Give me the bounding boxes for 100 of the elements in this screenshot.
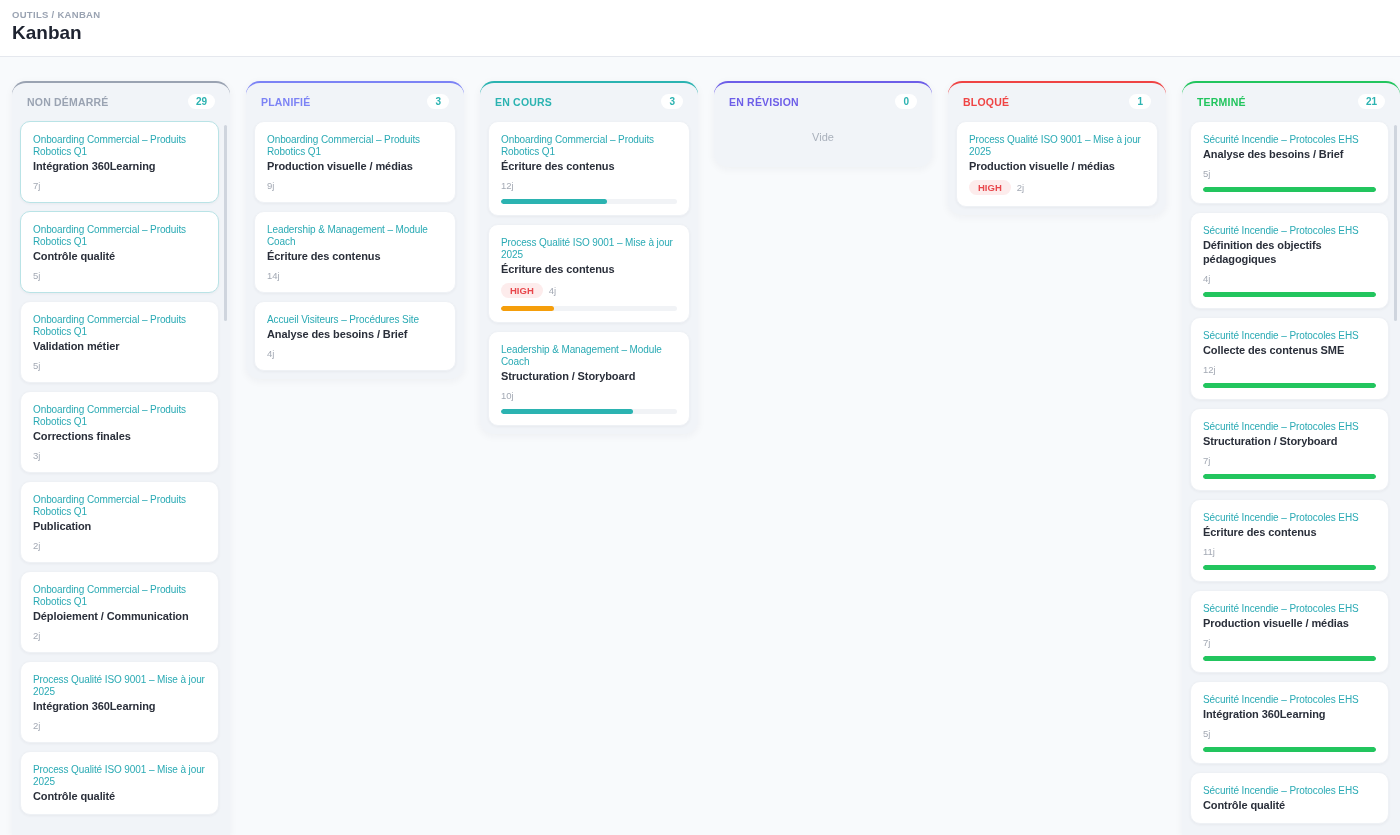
project-name: Process Qualité ISO 9001 – Mise à jour 2025: [501, 237, 674, 261]
task-name: Production visuelle / médias: [969, 159, 1116, 173]
task-card[interactable]: Onboarding Commercial – Produits Robotics Q1 Écriture des contenus 12j: [488, 121, 690, 216]
task-name: Intégration 360Learning: [1203, 707, 1327, 721]
column-title: NON DÉMARRÉ: [27, 95, 109, 108]
priority-tag: HIGH: [501, 283, 543, 298]
task-name: Production visuelle / médias: [1203, 616, 1350, 630]
task-card[interactable]: Onboarding Commercial – Produits Robotics Q1 Production visuelle / médias 9j: [254, 121, 456, 203]
count-badge: 21: [1357, 94, 1385, 109]
duration-text: 12j: [501, 180, 514, 191]
task-card[interactable]: Onboarding Commercial – Produits Robotics Q1 Contrôle qualité 5j: [20, 211, 219, 293]
duration-text: 5j: [1203, 168, 1211, 179]
task-name: Écriture des contenus: [267, 249, 382, 263]
task-name: Intégration 360Learning: [33, 159, 157, 173]
duration-text: 5j: [33, 360, 41, 371]
column-title: EN COURS: [495, 95, 553, 108]
task-name: Écriture des contenus: [501, 262, 616, 276]
task-name: Publication: [33, 519, 93, 533]
task-card[interactable]: Sécurité Incendie – Protocoles EHS Définition des objectifs pédagogiques 4j: [1190, 212, 1389, 309]
task-name: Intégration 360Learning: [33, 699, 157, 713]
project-name: Onboarding Commercial – Produits Robotics Q1: [33, 584, 187, 608]
task-card[interactable]: Accueil Visiteurs – Procédures Site Analyse des besoins / Brief 4j: [254, 301, 456, 371]
task-card[interactable]: Process Qualité ISO 9001 – Mise à jour 2025 Écriture des contenus HIGH 4j: [488, 224, 690, 323]
project-name: Sécurité Incendie – Protocoles EHS: [1203, 421, 1360, 433]
duration-text: 12j: [1203, 364, 1216, 375]
breadcrumb: OUTILS / KANBAN: [12, 9, 102, 20]
task-card[interactable]: Sécurité Incendie – Protocoles EHS Production visuelle / médias 7j: [1190, 590, 1389, 673]
column-title: PLANIFIÉ: [261, 95, 311, 108]
project-name: Sécurité Incendie – Protocoles EHS: [1203, 134, 1360, 146]
task-name: Analyse des besoins / Brief: [267, 327, 409, 341]
duration-text: 7j: [33, 180, 41, 191]
task-card[interactable]: Process Qualité ISO 9001 – Mise à jour 2025 Contrôle qualité: [20, 751, 219, 815]
duration-text: 5j: [33, 270, 41, 281]
project-name: Sécurité Incendie – Protocoles EHS: [1203, 694, 1360, 706]
project-name: Onboarding Commercial – Produits Robotics Q1: [267, 134, 421, 158]
task-name: Contrôle qualité: [33, 789, 117, 803]
duration-text: 4j: [267, 348, 275, 359]
task-name: Structuration / Storyboard: [1203, 434, 1339, 448]
page-title: Kanban: [12, 22, 83, 44]
empty-text: Vide: [812, 130, 834, 145]
task-name: Contrôle qualité: [33, 249, 117, 263]
task-card[interactable]: Sécurité Incendie – Protocoles EHS Structuration / Storyboard 7j: [1190, 408, 1389, 491]
task-name: Écriture des contenus: [1203, 525, 1318, 539]
project-name: Onboarding Commercial – Produits Robotics Q1: [501, 134, 655, 158]
task-name: Collecte des contenus SME: [1203, 343, 1346, 357]
project-name: Accueil Visiteurs – Procédures Site: [267, 314, 420, 326]
task-card[interactable]: Onboarding Commercial – Produits Robotics Q1 Validation métier 5j: [20, 301, 219, 383]
project-name: Onboarding Commercial – Produits Robotics Q1: [33, 224, 187, 248]
project-name: Sécurité Incendie – Protocoles EHS: [1203, 330, 1360, 342]
project-name: Process Qualité ISO 9001 – Mise à jour 2025: [969, 134, 1142, 158]
task-card[interactable]: Leadership & Management – Module Coach Écriture des contenus 14j: [254, 211, 456, 293]
count-badge: 29: [187, 94, 215, 109]
column-title: BLOQUÉ: [963, 95, 1010, 108]
duration-text: 2j: [1016, 182, 1025, 193]
project-name: Onboarding Commercial – Produits Robotics Q1: [33, 404, 187, 428]
project-name: Leadership & Management – Module Coach: [501, 344, 663, 368]
scrollbar[interactable]: [1394, 125, 1397, 321]
task-card[interactable]: Onboarding Commercial – Produits Robotics Q1 Intégration 360Learning 7j: [20, 121, 219, 203]
duration-text: 5j: [1203, 728, 1211, 739]
task-card[interactable]: Sécurité Incendie – Protocoles EHS Intégration 360Learning 5j: [1190, 681, 1389, 764]
priority-tag: HIGH: [969, 180, 1011, 195]
duration-text: 9j: [267, 180, 275, 191]
task-name: Contrôle qualité: [1203, 798, 1287, 812]
task-card[interactable]: Leadership & Management – Module Coach Structuration / Storyboard 10j: [488, 331, 690, 426]
task-card[interactable]: Onboarding Commercial – Produits Robotics Q1 Déploiement / Communication 2j: [20, 571, 219, 653]
count-badge: 1: [1129, 94, 1151, 109]
task-name: Production visuelle / médias: [267, 159, 414, 173]
duration-text: 2j: [33, 630, 41, 641]
duration-text: 14j: [267, 270, 280, 281]
task-card[interactable]: Sécurité Incendie – Protocoles EHS Contrôle qualité: [1190, 772, 1389, 824]
task-card[interactable]: Sécurité Incendie – Protocoles EHS Analyse des besoins / Brief 5j: [1190, 121, 1389, 204]
project-name: Sécurité Incendie – Protocoles EHS: [1203, 785, 1360, 797]
duration-text: 2j: [33, 720, 41, 731]
task-card[interactable]: Sécurité Incendie – Protocoles EHS Collecte des contenus SME 12j: [1190, 317, 1389, 400]
task-name: Définition des objectifs pédagogiques: [1203, 238, 1323, 266]
task-name: Structuration / Storyboard: [501, 369, 637, 383]
task-name: Validation métier: [33, 339, 121, 353]
task-name: Corrections finales: [33, 429, 132, 443]
task-name: Écriture des contenus: [501, 159, 616, 173]
count-badge: 3: [661, 94, 683, 109]
project-name: Sécurité Incendie – Protocoles EHS: [1203, 603, 1360, 615]
count-badge: 3: [427, 94, 449, 109]
project-name: Leadership & Management – Module Coach: [267, 224, 429, 248]
task-card[interactable]: Sécurité Incendie – Protocoles EHS Écriture des contenus 11j: [1190, 499, 1389, 582]
duration-text: 4j: [548, 285, 557, 296]
project-name: Process Qualité ISO 9001 – Mise à jour 2025: [33, 764, 206, 788]
project-name: Sécurité Incendie – Protocoles EHS: [1203, 225, 1360, 237]
column-title: EN RÉVISION: [729, 95, 799, 108]
task-name: Analyse des besoins / Brief: [1203, 147, 1345, 161]
task-card[interactable]: Onboarding Commercial – Produits Robotics Q1 Publication 2j: [20, 481, 219, 563]
task-name: Déploiement / Communication: [33, 609, 190, 623]
project-name: Onboarding Commercial – Produits Robotics Q1: [33, 314, 187, 338]
duration-text: 7j: [1203, 637, 1211, 648]
duration-text: 10j: [501, 390, 514, 401]
scrollbar[interactable]: [224, 125, 227, 321]
project-name: Onboarding Commercial – Produits Robotics Q1: [33, 134, 187, 158]
task-card[interactable]: Process Qualité ISO 9001 – Mise à jour 2025 Intégration 360Learning 2j: [20, 661, 219, 743]
project-name: Sécurité Incendie – Protocoles EHS: [1203, 512, 1360, 524]
task-card[interactable]: Process Qualité ISO 9001 – Mise à jour 2025 Production visuelle / médias HIGH 2j: [956, 121, 1158, 207]
task-card[interactable]: Onboarding Commercial – Produits Robotics Q1 Corrections finales 3j: [20, 391, 219, 473]
